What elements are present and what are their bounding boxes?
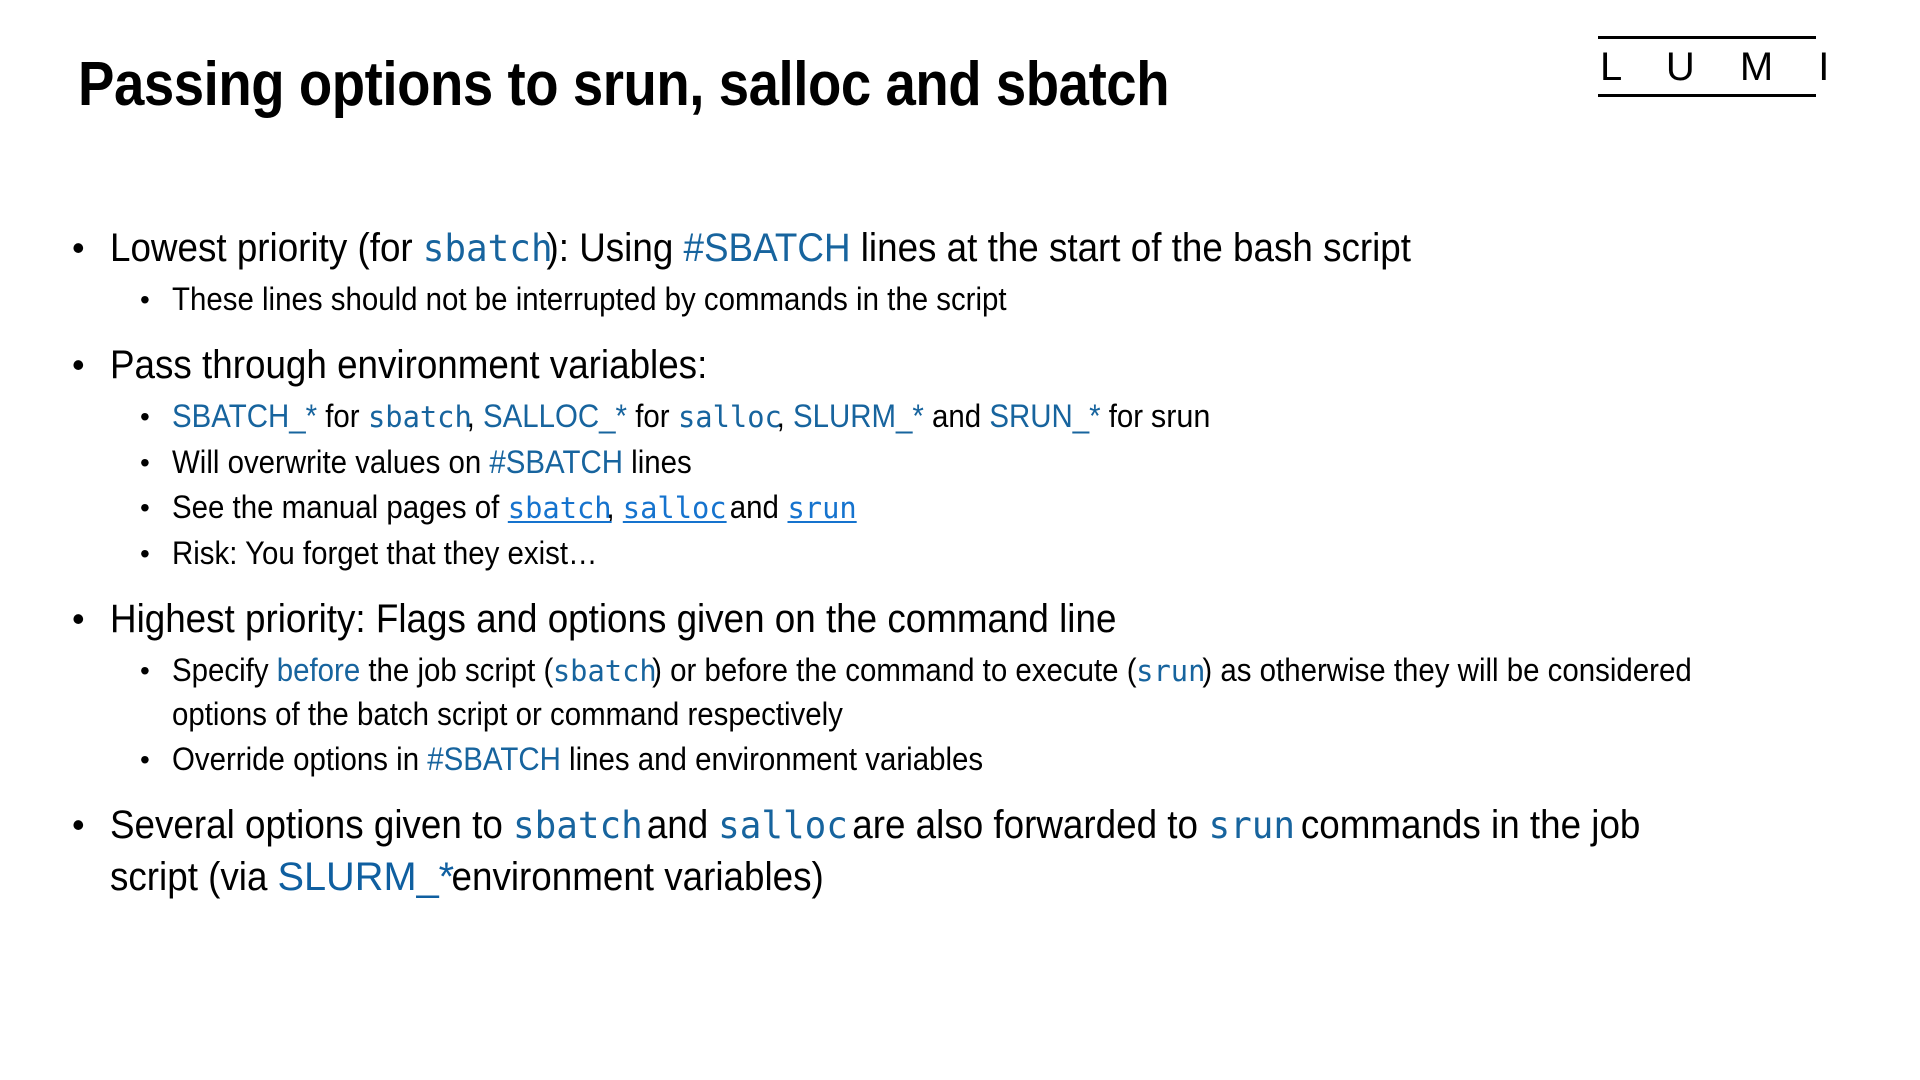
code-salloc: salloc (718, 803, 849, 847)
subbullet-text: Risk: You forget that they exist… (172, 535, 598, 571)
keyword-before: before (276, 652, 361, 688)
subbullet-risk-forget: • Risk: You forget that they exist… (72, 532, 1862, 575)
text-run: the job script ( (360, 652, 554, 688)
keyword-slurm-env: SLURM_* (277, 855, 455, 899)
text-run: Several options given to (110, 803, 514, 847)
subbullet-text: Override options in #SBATCH lines and en… (172, 738, 1727, 781)
code-sbatch: sbatch (367, 400, 472, 435)
keyword-sbatch-directive: #SBATCH (683, 226, 851, 270)
text-run: Override options in (172, 741, 428, 777)
text-run: ) or before the command to execute ( (652, 652, 1137, 688)
logo-wordmark: L U M I (1600, 45, 1847, 89)
link-srun-manpage[interactable]: srun (787, 487, 856, 530)
logo-rule-bottom (1598, 94, 1816, 97)
bullet-pass-env-vars: • Pass through environment variables: (72, 339, 1862, 391)
code-sbatch: sbatch (553, 654, 658, 689)
subbullet-manual-pages: • See the manual pages of sbatch, salloc… (72, 486, 1862, 530)
bullet-marker: • (140, 447, 150, 478)
subbullet-specify-before: • Specify before the job script (sbatch)… (72, 649, 1862, 736)
bullet-marker: • (140, 655, 150, 686)
text-run: for (627, 398, 678, 434)
bullet-marker: • (140, 744, 150, 775)
lumi-logo: L U M I (1598, 36, 1847, 97)
subbullet-text: See the manual pages of sbatch, salloc a… (172, 486, 1727, 530)
bullet-text: Pass through environment variables: (110, 343, 708, 387)
keyword-sbatch-directive: #SBATCH (489, 444, 624, 480)
text-run: See the manual pages of (172, 489, 508, 525)
text-run: and (636, 803, 719, 847)
text-run: for (317, 398, 368, 434)
subbullet-text: These lines should not be interrupted by… (172, 281, 1007, 317)
bullet-marker: • (72, 804, 85, 845)
bullet-text: Several options given to sbatch and sall… (110, 799, 1722, 903)
slide-body: • Lowest priority (for sbatch): Using #S… (72, 222, 1862, 907)
link-salloc-manpage[interactable]: salloc (623, 487, 727, 530)
text-run: and (923, 398, 990, 434)
keyword-slurm-env: SLURM_* (792, 398, 924, 434)
bullet-marker: • (140, 492, 150, 523)
code-salloc: salloc (677, 400, 782, 435)
text-run: for (1100, 398, 1152, 434)
bullet-highest-priority: • Highest priority: Flags and options gi… (72, 593, 1862, 645)
text-srun: srun (1151, 398, 1211, 434)
text-run: environment variables) (441, 855, 824, 899)
subbullet-lines-not-interrupted: • These lines should not be interrupted … (72, 278, 1862, 321)
text-run: Specify (172, 652, 277, 688)
subbullet-env-var-prefixes: • SBATCH_* for sbatch, SALLOC_* for sall… (72, 395, 1862, 439)
link-sbatch-manpage[interactable]: sbatch (508, 487, 612, 530)
bullet-marker: • (72, 344, 85, 385)
slide-root: { "slide": { "title": "Passing options t… (0, 0, 1920, 1080)
keyword-sbatch-env: SBATCH_* (172, 398, 318, 434)
code-srun: srun (1208, 803, 1295, 847)
keyword-salloc-env: SALLOC_* (483, 398, 628, 434)
text-run: are also forwarded to (842, 803, 1209, 847)
bullet-marker: • (72, 598, 85, 639)
bullet-marker: • (140, 401, 150, 432)
code-sbatch: sbatch (422, 226, 553, 270)
keyword-sbatch-directive: #SBATCH (427, 741, 561, 777)
text-run: ): Using (546, 226, 684, 270)
text-run: lines (623, 444, 692, 480)
bullet-text: Highest priority: Flags and options give… (110, 597, 1117, 641)
text-run: lines and environment variables (560, 741, 984, 777)
bullet-forwarded-options: • Several options given to sbatch and sa… (72, 799, 1862, 903)
text-run: Will overwrite values on (172, 444, 490, 480)
keyword-srun-env: SRUN_* (989, 398, 1101, 434)
page-title: Passing options to srun, salloc and sbat… (78, 50, 1170, 119)
subbullet-text: Specify before the job script (sbatch) o… (172, 649, 1727, 736)
subbullet-overwrite-values: • Will overwrite values on #SBATCH lines (72, 441, 1862, 484)
subbullet-text: Will overwrite values on #SBATCH lines (172, 441, 1727, 484)
bullet-marker: • (140, 284, 150, 315)
text-run: and (721, 489, 788, 525)
text-run: Lowest priority (for (110, 226, 423, 270)
bullet-lowest-priority: • Lowest priority (for sbatch): Using #S… (72, 222, 1862, 274)
bullet-marker: • (72, 227, 85, 268)
code-srun: srun (1136, 654, 1206, 689)
subbullet-override-options: • Override options in #SBATCH lines and … (72, 738, 1862, 781)
subbullet-text: SBATCH_* for sbatch, SALLOC_* for salloc… (172, 395, 1727, 439)
bullet-marker: • (140, 538, 150, 569)
text-run: lines at the start of the bash script (850, 226, 1411, 270)
code-sbatch: sbatch (513, 803, 643, 847)
bullet-text: Lowest priority (for sbatch): Using #SBA… (110, 222, 1722, 274)
